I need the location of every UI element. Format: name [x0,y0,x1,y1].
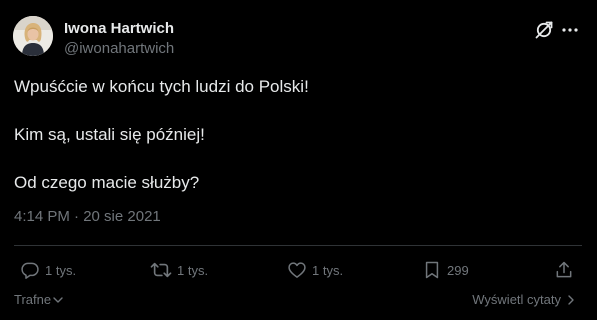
retweet-count: 1 tys. [177,262,209,278]
avatar[interactable] [13,16,53,56]
action-bar: 1 tys. 1 tys. 1 tys. 299 [0,257,597,283]
bookmark-button[interactable]: 299 [422,257,469,283]
more-icon[interactable] [559,19,581,41]
reply-icon [21,262,39,279]
tweet-line: Od czego macie służby? [14,173,200,192]
profile-photo [13,16,53,56]
like-button[interactable]: 1 tys. [287,257,343,283]
bookmark-icon [425,261,439,279]
tweet-timestamp[interactable]: 4:14 PM · 20 sie 2021 [14,207,161,227]
author-name[interactable]: Iwona Hartwich [64,19,174,39]
like-count: 1 tys. [312,262,344,278]
chevron-down-icon [53,297,63,303]
tweet-line: Wpuśćcie w końcu tych ludzi do Polski! [14,77,309,96]
tweet-text: Wpuśćcie w końcu tych ludzi do Polski! K… [14,75,574,219]
chevron-right-icon [568,295,574,305]
heart-icon [288,262,306,278]
share-icon [556,261,572,278]
quotes-label: Wyświetl cytaty [472,292,561,307]
view-quotes-link[interactable]: Wyświetl cytaty [472,291,577,309]
reply-button[interactable]: 1 tys. [20,257,76,283]
sort-replies-button[interactable]: Trafne [14,291,64,309]
grok-icon[interactable] [533,19,555,41]
share-button[interactable] [554,257,574,283]
divider [14,245,582,246]
bookmark-count: 299 [447,262,469,278]
tweet-line: Kim są, ustali się później! [14,125,205,144]
reply-count: 1 tys. [45,262,77,278]
retweet-icon [150,262,172,278]
retweet-button[interactable]: 1 tys. [150,257,208,283]
sort-label: Trafne [14,292,52,307]
tweet-card: Iwona Hartwich @iwonahartwich Wpuśćcie w… [0,0,597,320]
author-handle[interactable]: @iwonahartwich [64,39,174,59]
